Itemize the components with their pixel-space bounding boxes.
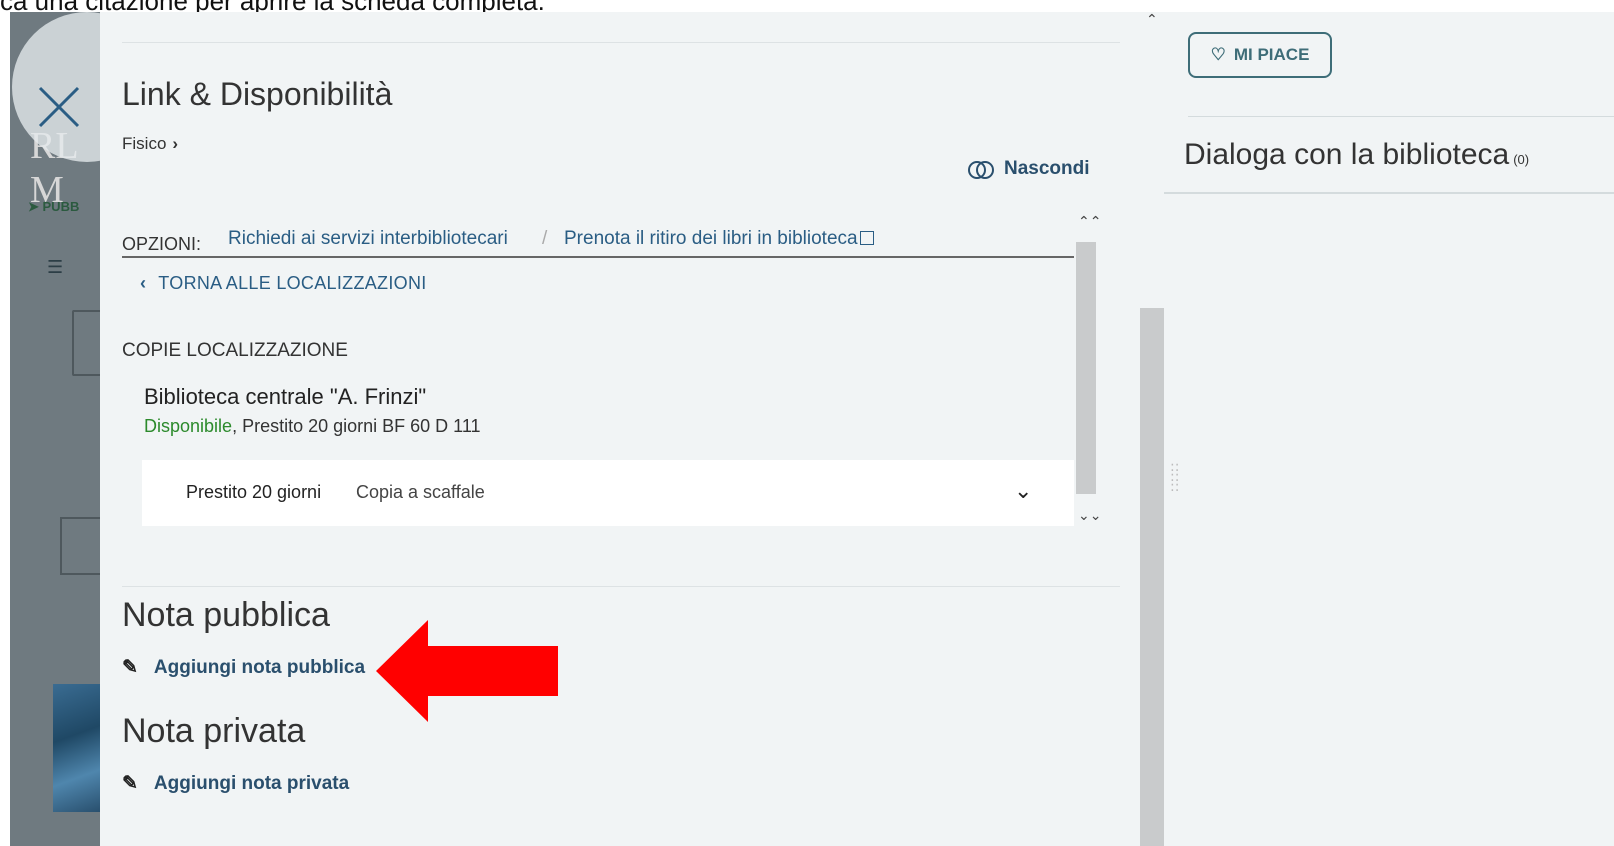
library-dialog-title[interactable]: Dialoga con la biblioteca (0) <box>1184 138 1529 172</box>
library-name: Biblioteca centrale "A. Frinzi" <box>144 384 427 409</box>
inner-scrollbar[interactable]: ⌃⌃ ⌄⌄ <box>1074 214 1101 530</box>
scroll-up-icon[interactable]: ⌃ <box>1146 12 1158 28</box>
divider <box>1164 192 1614 194</box>
loan-type: Prestito 20 giorni <box>186 482 322 502</box>
list-icon: ☰ <box>47 257 64 278</box>
reserve-pickup-link[interactable]: Prenota il ritiro dei libri in bibliotec… <box>564 228 874 250</box>
chevron-left-icon: ‹ <box>140 273 147 293</box>
pencil-icon: ✎ <box>122 773 138 794</box>
scroll-down-icon[interactable]: ⌄⌄ <box>1078 508 1101 524</box>
hide-button[interactable]: Nascondi <box>968 158 1090 180</box>
scroll-up-icon[interactable]: ⌃⌃ <box>1078 214 1101 230</box>
private-note-title: Nota privata <box>122 712 306 750</box>
details-panel: Link & Disponibilità Fisico › Nascondi OP… <box>100 12 1140 846</box>
call-number: , Prestito 20 giorni BF 60 D 111 <box>232 416 481 436</box>
hide-label: Nascondi <box>1004 158 1090 179</box>
interlibrary-request-link[interactable]: Richiedi ai servizi interbibliotecari <box>228 228 508 250</box>
outer-scrollbar[interactable]: ⌃ <box>1140 12 1164 846</box>
red-arrow-annotation <box>376 620 558 722</box>
shelf-status: Copia a scaffale <box>356 482 485 502</box>
chevron-down-icon[interactable]: ⌄ <box>1014 478 1032 504</box>
right-column: ♡ MI PIACE Dialoga con la biblioteca (0) … <box>1164 12 1614 846</box>
options-label: OPZIONI: <box>122 234 202 254</box>
options-row: OPZIONI: Richiedi ai servizi interbiblio… <box>122 220 1074 258</box>
divider <box>122 586 1120 587</box>
dialog-count: (0) <box>1513 152 1530 167</box>
heart-icon: ♡ <box>1210 45 1226 64</box>
library-status: Disponibile, Prestito 20 giorni BF 60 D … <box>144 416 481 437</box>
add-public-note-link[interactable]: ✎ Aggiungi nota pubblica <box>122 656 365 679</box>
availability-status: Disponibile <box>144 416 233 436</box>
like-label: MI PIACE <box>1233 45 1310 64</box>
back-to-locations-link[interactable]: ‹ TORNA ALLE LOCALIZZAZIONI <box>140 273 427 294</box>
divider <box>122 42 1120 43</box>
divider <box>1188 116 1614 117</box>
options-separator: / <box>542 228 548 249</box>
like-button[interactable]: ♡ MI PIACE <box>1188 32 1332 78</box>
scrollbar-thumb[interactable] <box>1076 242 1096 494</box>
pencil-icon: ✎ <box>122 657 138 678</box>
book-icon <box>60 517 102 575</box>
copies-title: COPIE LOCALIZZAZIONE <box>122 340 348 361</box>
section-title: Link & Disponibilità <box>122 76 393 112</box>
book-cover-thumbnail <box>53 684 105 812</box>
fisico-breadcrumb[interactable]: Fisico › <box>122 134 178 154</box>
publish-label: ➤ PUBB <box>28 199 80 214</box>
add-private-note-link[interactable]: ✎ Aggiungi nota privata <box>122 772 349 795</box>
toggle-icon <box>968 161 994 179</box>
chevron-right-icon: › <box>172 134 179 153</box>
external-link-icon <box>859 231 874 245</box>
close-icon[interactable] <box>36 84 82 130</box>
public-note-title: Nota pubblica <box>122 596 330 634</box>
scrollbar-thumb[interactable] <box>1140 308 1164 846</box>
copy-row[interactable]: Prestito 20 giorni Copia a scaffale ⌄ <box>142 460 1074 526</box>
drag-handle-icon[interactable]: :::::: <box>1170 460 1179 494</box>
